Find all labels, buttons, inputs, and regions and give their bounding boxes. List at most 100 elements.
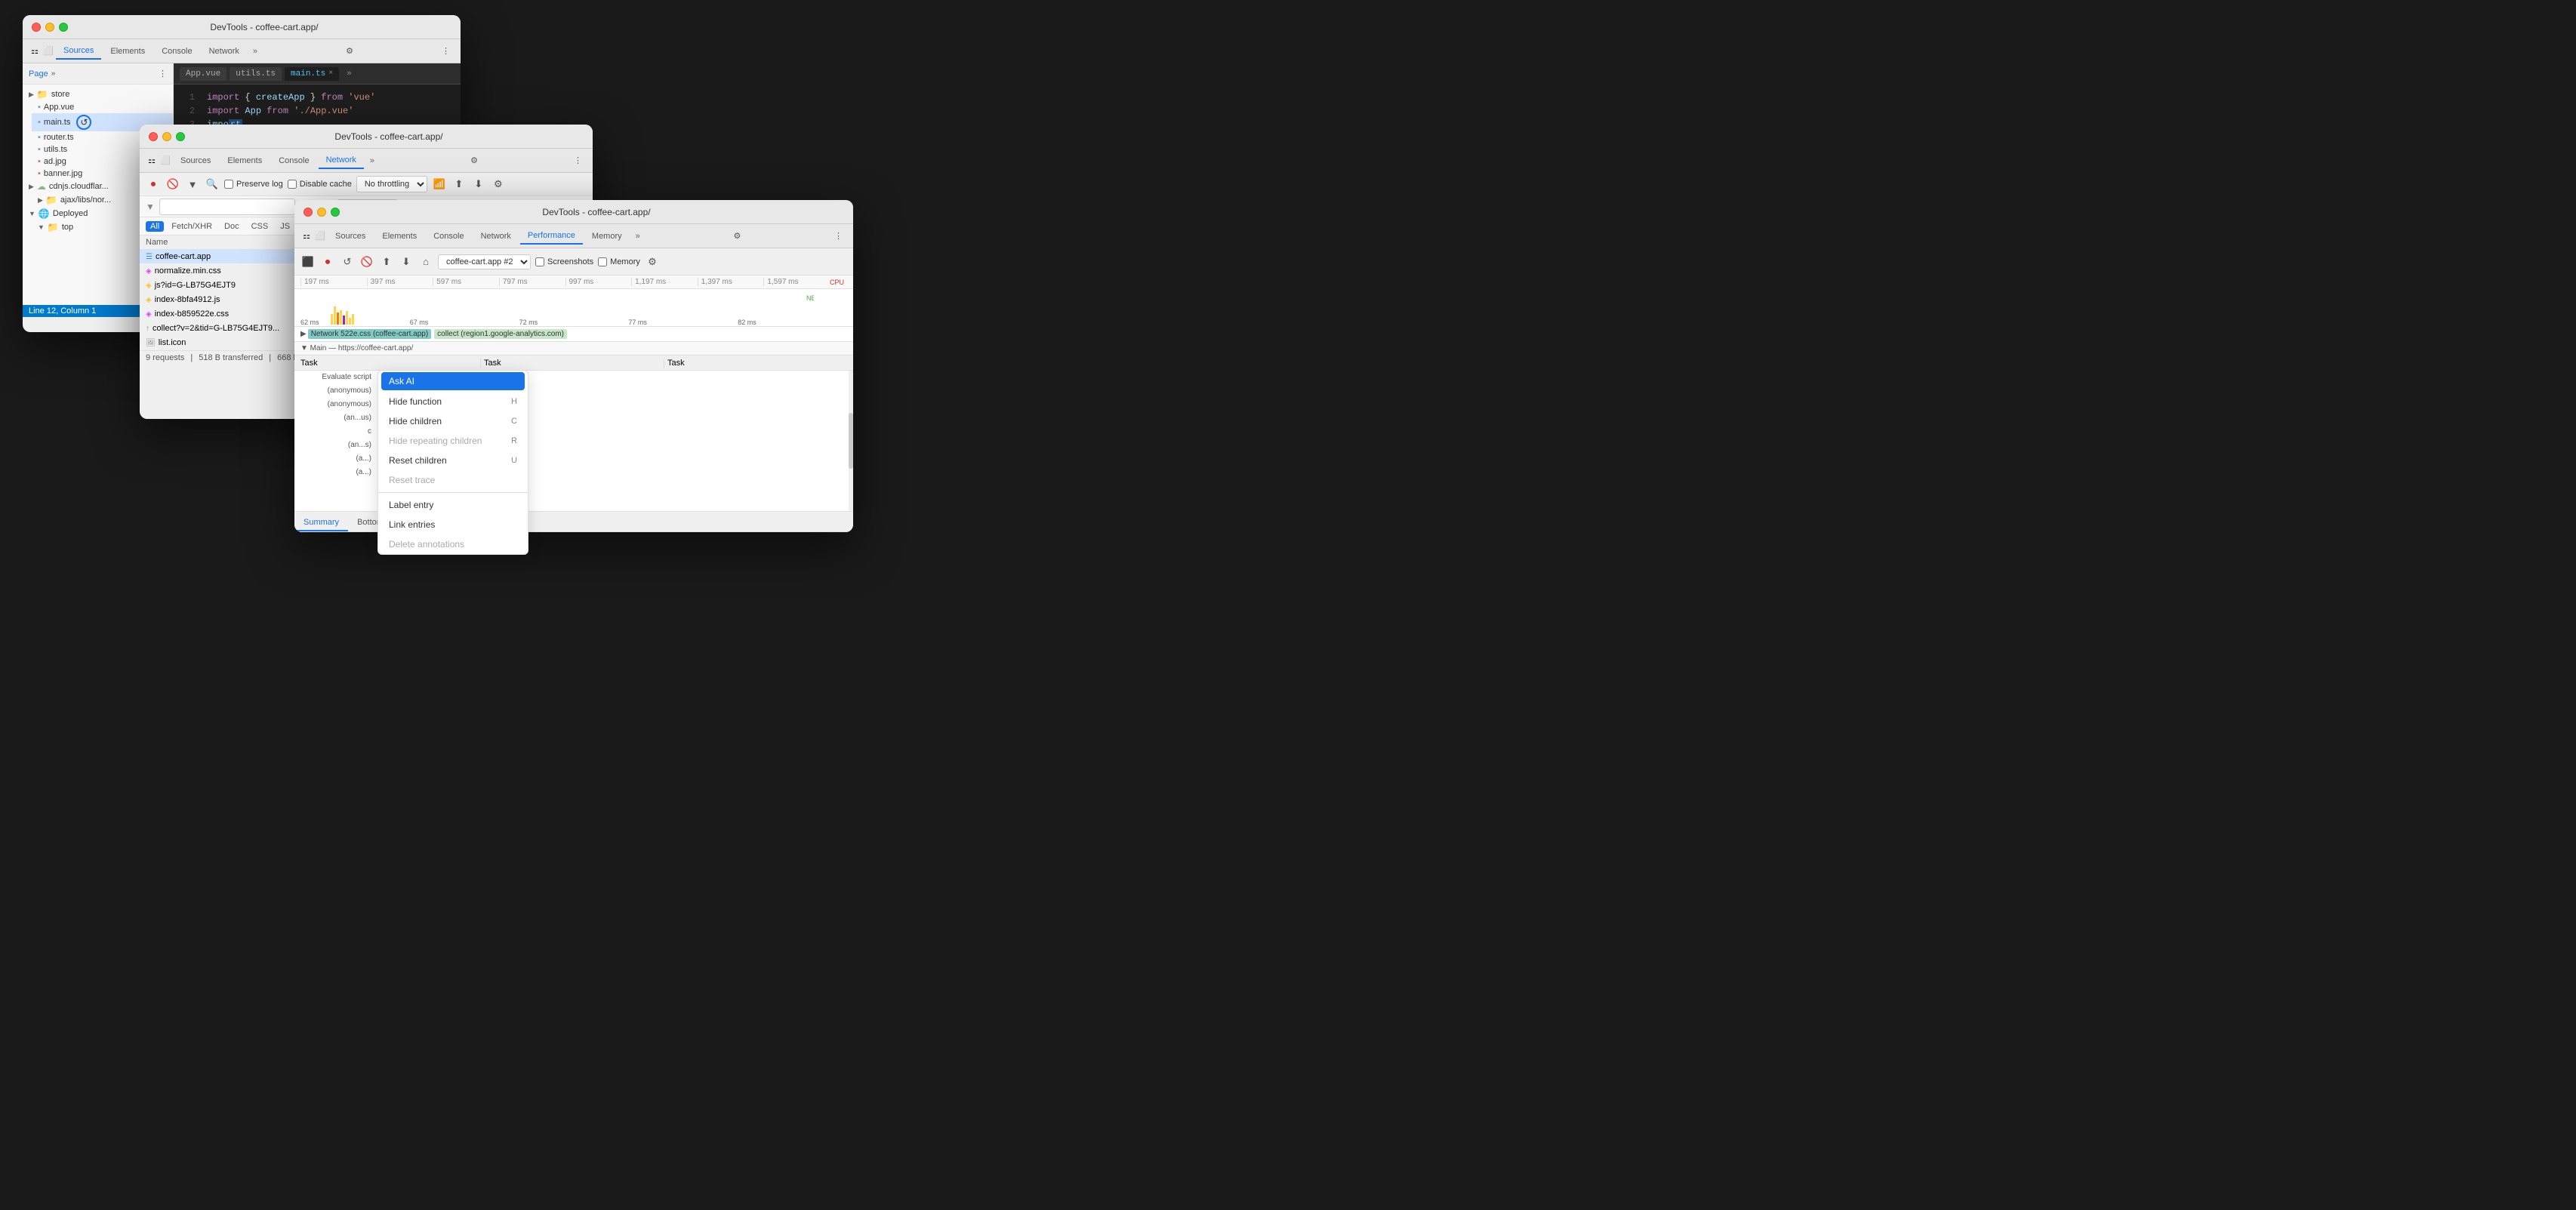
minimize-button-1[interactable] <box>45 23 54 32</box>
more-pages-btn[interactable]: » <box>51 69 56 78</box>
tab-elements-3[interactable]: Elements <box>374 229 424 244</box>
maximize-button-2[interactable] <box>176 132 185 141</box>
search-btn[interactable]: 🔍 <box>205 177 220 192</box>
tree-item-store[interactable]: ▶ 📁 store <box>23 88 173 101</box>
ctx-hide-repeating-key: R <box>511 436 517 445</box>
more-menu-icon-2[interactable]: ⋮ <box>569 152 587 168</box>
perf-record-btn[interactable]: ⏺ <box>320 254 335 269</box>
flame-label-a-2: (a...) <box>300 468 376 476</box>
separator-2: | <box>269 353 271 362</box>
perf-screenshot-btn[interactable]: ⬛ <box>300 254 316 269</box>
window-title-3: DevTools - coffee-cart.app/ <box>349 207 844 217</box>
ctx-link-entries[interactable]: Link entries <box>378 515 528 534</box>
tab-console-2[interactable]: Console <box>271 153 316 168</box>
close-tab-maints[interactable]: × <box>328 69 333 78</box>
perf-upload-btn[interactable]: ⬆ <box>379 254 394 269</box>
memory-checkbox[interactable] <box>598 257 607 266</box>
settings-icon-3[interactable]: ⚙ <box>729 228 745 244</box>
more-tabs-3[interactable]: » <box>631 229 645 244</box>
code-line-1: 1 import { createApp } from 'vue' <box>174 91 461 104</box>
more-menu-icon-1[interactable]: ⋮ <box>437 43 454 59</box>
perf-download-btn[interactable]: ⬇ <box>399 254 414 269</box>
filter-input[interactable] <box>159 199 295 215</box>
preserve-log-label[interactable]: Preserve log <box>224 180 283 189</box>
transferred-size: 518 B transferred <box>199 353 263 362</box>
svg-text:NET: NET <box>806 294 814 302</box>
perf-settings-btn[interactable]: ⚙ <box>645 254 660 269</box>
network-settings-btn[interactable]: ⚙ <box>491 177 506 192</box>
network-conditions-btn[interactable]: 📶 <box>432 177 447 192</box>
tab-console-3[interactable]: Console <box>426 229 471 244</box>
scrollbar-thumb[interactable] <box>849 413 853 469</box>
close-button-3[interactable] <box>304 208 313 217</box>
devtools-icon-2: ⚏ <box>146 155 158 167</box>
ctx-ask-ai[interactable]: Ask AI <box>381 372 525 390</box>
tab-sources-2[interactable]: Sources <box>173 153 218 168</box>
ctx-hide-function[interactable]: Hide function H <box>378 392 528 411</box>
window-title-2: DevTools - coffee-cart.app/ <box>194 131 584 142</box>
throttle-select[interactable]: No throttling <box>356 176 427 192</box>
maximize-button-1[interactable] <box>59 23 68 32</box>
tab-elements-2[interactable]: Elements <box>220 153 270 168</box>
perf-profile-select[interactable]: coffee-cart.app #2 <box>438 254 531 269</box>
editor-tab-maints[interactable]: main.ts × <box>285 67 339 81</box>
tab-sources-3[interactable]: Sources <box>328 229 373 244</box>
type-all[interactable]: All <box>146 221 164 232</box>
close-button-1[interactable] <box>32 23 41 32</box>
memory-label-cb[interactable]: Memory <box>598 257 640 266</box>
more-menu-icon-3[interactable]: ⋮ <box>830 228 847 244</box>
editor-tab-utilsts[interactable]: utils.ts <box>230 67 282 81</box>
settings-icon-2[interactable]: ⚙ <box>466 152 482 168</box>
folder-icon-top: 📁 <box>48 222 59 232</box>
ctx-hide-function-key: H <box>511 397 517 406</box>
globe-icon-deployed: 🌐 <box>39 208 50 219</box>
arrow-icon-ajax: ▶ <box>38 196 43 205</box>
minimize-button-3[interactable] <box>317 208 326 217</box>
tab-sources-1[interactable]: Sources <box>56 43 101 60</box>
disable-cache-checkbox[interactable] <box>288 180 297 189</box>
ctx-label-entry[interactable]: Label entry <box>378 495 528 515</box>
type-css[interactable]: CSS <box>247 221 273 232</box>
page-label: Page <box>29 69 48 79</box>
type-js[interactable]: JS <box>276 221 294 232</box>
more-editor-tabs[interactable]: » <box>342 69 356 79</box>
perf-reload-btn[interactable]: ↺ <box>340 254 355 269</box>
record-btn[interactable]: ⏺ <box>146 177 161 192</box>
col-task-2: Task <box>481 359 664 368</box>
tab-network-1[interactable]: Network <box>202 44 247 59</box>
filter-btn[interactable]: ▼ <box>185 177 200 192</box>
ctx-hide-children[interactable]: Hide children C <box>378 411 528 431</box>
main-tab-bar-3: ⚏ ⬜ Sources Elements Console Network Per… <box>294 224 853 248</box>
ctx-reset-children[interactable]: Reset children U <box>378 451 528 470</box>
editor-tab-appvue[interactable]: App.vue <box>180 67 226 81</box>
perf-clear-btn[interactable]: 🚫 <box>359 254 374 269</box>
tab-performance-3[interactable]: Performance <box>520 228 583 245</box>
disable-cache-label[interactable]: Disable cache <box>288 180 352 189</box>
minimize-button-2[interactable] <box>162 132 171 141</box>
clear-btn[interactable]: 🚫 <box>165 177 180 192</box>
type-doc[interactable]: Doc <box>220 221 244 232</box>
preserve-log-checkbox[interactable] <box>224 180 233 189</box>
screenshots-label[interactable]: Screenshots <box>535 257 593 266</box>
screenshots-checkbox[interactable] <box>535 257 544 266</box>
more-tabs-1[interactable]: » <box>248 44 262 59</box>
more-tabs-2[interactable]: » <box>365 153 379 168</box>
scrollbar-track[interactable] <box>849 371 853 511</box>
tree-item-appvue[interactable]: ▪ App.vue <box>32 101 173 113</box>
tab-network-2[interactable]: Network <box>319 152 364 169</box>
maximize-button-3[interactable] <box>331 208 340 217</box>
perf-home-btn[interactable]: ⌂ <box>418 254 433 269</box>
refresh-circle-sidebar[interactable]: ↺ <box>76 115 91 130</box>
tab-network-3[interactable]: Network <box>473 229 519 244</box>
export-btn[interactable]: ⬇ <box>471 177 486 192</box>
tab-console-1[interactable]: Console <box>154 44 199 59</box>
tab-memory-3[interactable]: Memory <box>584 229 630 244</box>
sidebar-menu-icon[interactable]: ⋮ <box>159 69 167 79</box>
close-button-2[interactable] <box>149 132 158 141</box>
bottom-tab-summary[interactable]: Summary <box>294 515 348 531</box>
filter-icon: ▼ <box>146 202 155 212</box>
type-fetch-xhr[interactable]: Fetch/XHR <box>167 221 217 232</box>
settings-icon-1[interactable]: ⚙ <box>341 43 358 59</box>
tab-elements-1[interactable]: Elements <box>103 44 153 59</box>
import-btn[interactable]: ⬆ <box>451 177 467 192</box>
